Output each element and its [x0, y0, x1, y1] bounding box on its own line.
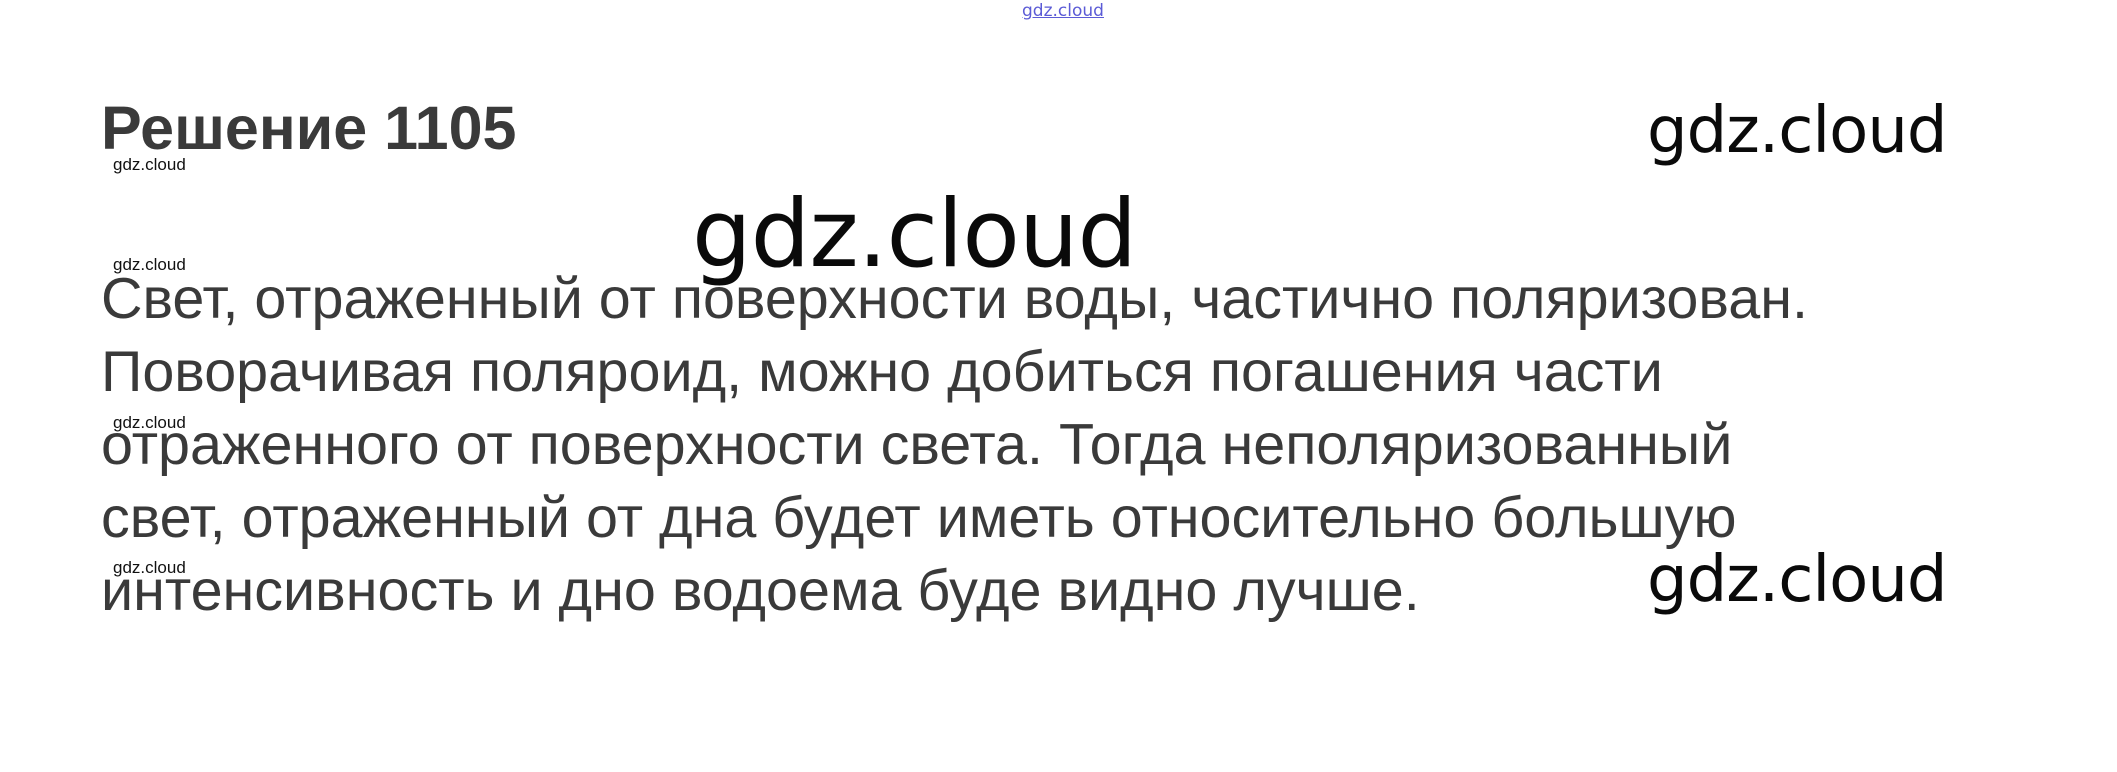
top-site-link[interactable]: gdz.cloud — [1018, 0, 1108, 22]
solution-text-line: Свет, отраженный от поверхности воды, ча… — [101, 267, 1809, 331]
solution-text-line: Поворачивая поляроид, можно добиться пог… — [101, 340, 1663, 404]
small-watermark: gdz.cloud — [113, 155, 186, 174]
large-watermark-top-right: gdz.cloud — [1647, 94, 1947, 168]
solution-title: Решение 1105 — [101, 94, 517, 162]
solution-text-line: отраженного от поверхности света. Тогда … — [101, 413, 1733, 477]
large-watermark-bottom-right: gdz.cloud — [1647, 543, 1947, 617]
